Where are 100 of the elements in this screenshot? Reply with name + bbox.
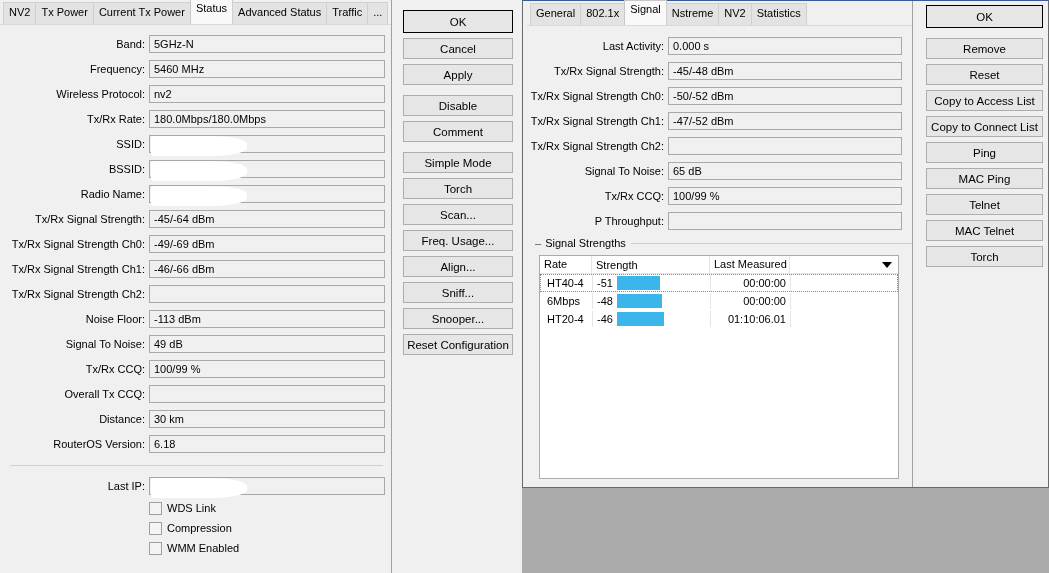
tab[interactable]: Status xyxy=(189,0,234,24)
button[interactable]: Torch xyxy=(403,178,513,199)
button[interactable]: OK xyxy=(403,10,513,33)
table-cell: 6Mbps xyxy=(541,293,593,309)
field-label: Frequency: xyxy=(88,62,146,75)
text-field[interactable] xyxy=(149,134,385,153)
text-field[interactable]: 30 km xyxy=(149,409,385,428)
button[interactable]: Align... xyxy=(403,256,513,277)
text-field[interactable]: -45/-64 dBm xyxy=(149,209,385,228)
table-cell: HT40-4 xyxy=(541,275,593,291)
field-label: P Throughput: xyxy=(593,214,665,227)
field-label: Signal To Noise: xyxy=(64,337,146,350)
text-field[interactable] xyxy=(668,211,902,230)
tab[interactable]: General xyxy=(530,3,582,25)
field-label: Band: xyxy=(115,37,146,50)
table-row[interactable]: HT40-4 -51 00:00:00 xyxy=(540,274,898,292)
field-label: Tx/Rx Rate: xyxy=(85,112,146,125)
tab[interactable]: Advanced Status xyxy=(232,2,328,24)
button[interactable]: Torch xyxy=(926,246,1043,267)
tab[interactable]: Signal xyxy=(624,0,667,25)
text-field[interactable]: 180.0Mbps/180.0Mbps xyxy=(149,109,385,128)
button[interactable]: OK xyxy=(926,5,1043,28)
table-cell-text: -51 xyxy=(597,276,614,291)
text-field[interactable] xyxy=(149,476,385,495)
button[interactable]: Copy to Access List xyxy=(926,90,1043,111)
text-field[interactable]: 0.000 s xyxy=(668,36,902,55)
table-row[interactable]: HT20-4 -46 01:10:06.01 xyxy=(540,310,898,328)
field-label: RouterOS Version: xyxy=(52,437,146,450)
button[interactable]: MAC Telnet xyxy=(926,220,1043,241)
field-label: Overall Tx CCQ: xyxy=(63,387,146,400)
button[interactable]: Apply xyxy=(403,64,513,85)
field-label: Tx/Rx Signal Strength Ch2: xyxy=(10,287,146,300)
text-field[interactable]: -46/-66 dBm xyxy=(149,259,385,278)
checkbox[interactable] xyxy=(149,501,162,515)
field-label: Tx/Rx CCQ: xyxy=(603,189,665,202)
tab[interactable]: Nstreme xyxy=(665,3,720,25)
text-field[interactable]: 100/99 % xyxy=(668,186,902,205)
table-cell: 01:10:06.01 xyxy=(711,311,791,327)
button[interactable]: Remove xyxy=(926,38,1043,59)
text-field[interactable]: 100/99 % xyxy=(149,359,385,378)
button[interactable]: Reset Configuration xyxy=(403,334,513,355)
tab[interactable]: 802.1x xyxy=(580,3,626,25)
column-header[interactable]: Rate xyxy=(540,256,592,273)
button[interactable]: Simple Mode xyxy=(403,152,513,173)
button[interactable]: Copy to Connect List xyxy=(926,116,1043,137)
checkbox[interactable] xyxy=(149,521,162,535)
button[interactable]: Disable xyxy=(403,95,513,116)
field-label: Last IP: xyxy=(106,479,146,492)
field-label: Signal To Noise: xyxy=(583,164,665,177)
button[interactable]: Sniff... xyxy=(403,282,513,303)
text-field[interactable]: -50/-52 dBm xyxy=(668,86,902,105)
text-field[interactable]: -49/-69 dBm xyxy=(149,234,385,253)
field-label: Wireless Protocol: xyxy=(55,87,146,100)
button[interactable]: Scan... xyxy=(403,204,513,225)
tab[interactable]: NV2 xyxy=(718,3,752,25)
button[interactable]: Reset xyxy=(926,64,1043,85)
table-cell: 00:00:00 xyxy=(711,275,791,291)
text-field[interactable]: 5460 MHz xyxy=(149,59,385,78)
column-header[interactable]: Strength xyxy=(592,256,710,273)
group-title: Signal Strengths xyxy=(545,237,627,249)
text-field[interactable]: 49 dB xyxy=(149,334,385,353)
button[interactable]: MAC Ping xyxy=(926,168,1043,189)
field-label: Tx/Rx Signal Strength Ch1: xyxy=(10,262,146,275)
field-label: Last Activity: xyxy=(601,39,665,52)
button[interactable]: Snooper... xyxy=(403,308,513,329)
collapse-toggle[interactable]: – xyxy=(527,237,546,249)
button[interactable]: Comment xyxy=(403,121,513,142)
text-field[interactable]: nv2 xyxy=(149,84,385,103)
text-field[interactable]: 5GHz-N xyxy=(149,34,385,53)
text-field[interactable]: 6.18 xyxy=(149,434,385,453)
button[interactable]: Ping xyxy=(926,142,1043,163)
text-field[interactable] xyxy=(149,184,385,203)
tab[interactable]: Current Tx Power xyxy=(92,2,191,24)
tab[interactable]: Tx Power xyxy=(35,2,94,24)
field-label: SSID: xyxy=(115,137,146,150)
table-cell: HT20-4 xyxy=(541,311,593,327)
text-field[interactable]: -113 dBm xyxy=(149,309,385,328)
dropdown-arrow-icon[interactable] xyxy=(882,261,892,268)
text-field[interactable]: 65 dB xyxy=(668,161,902,180)
text-field[interactable] xyxy=(149,284,385,303)
button[interactable]: Cancel xyxy=(403,38,513,59)
table-row[interactable]: 6Mbps -48 00:00:00 xyxy=(540,292,898,310)
table-cell: 00:00:00 xyxy=(711,293,791,309)
button[interactable]: Telnet xyxy=(926,194,1043,215)
text-field[interactable] xyxy=(668,136,902,155)
text-field[interactable] xyxy=(149,159,385,178)
column-header[interactable]: Last Measured xyxy=(710,256,790,273)
tab[interactable]: ... xyxy=(367,2,389,24)
text-field[interactable] xyxy=(149,384,385,403)
text-field[interactable]: -47/-52 dBm xyxy=(668,111,902,130)
tab[interactable]: Statistics xyxy=(750,3,807,25)
tab[interactable]: NV2 xyxy=(3,2,37,24)
table-cell-text: -48 xyxy=(597,294,614,309)
tab[interactable]: Traffic xyxy=(326,2,369,24)
checkbox-label: WDS Link xyxy=(167,502,216,514)
field-label: Tx/Rx Signal Strength: xyxy=(552,64,665,77)
button[interactable]: Freq. Usage... xyxy=(403,230,513,251)
field-label: Tx/Rx Signal Strength Ch0: xyxy=(10,237,146,250)
text-field[interactable]: -45/-48 dBm xyxy=(668,61,902,80)
checkbox[interactable] xyxy=(149,541,162,555)
